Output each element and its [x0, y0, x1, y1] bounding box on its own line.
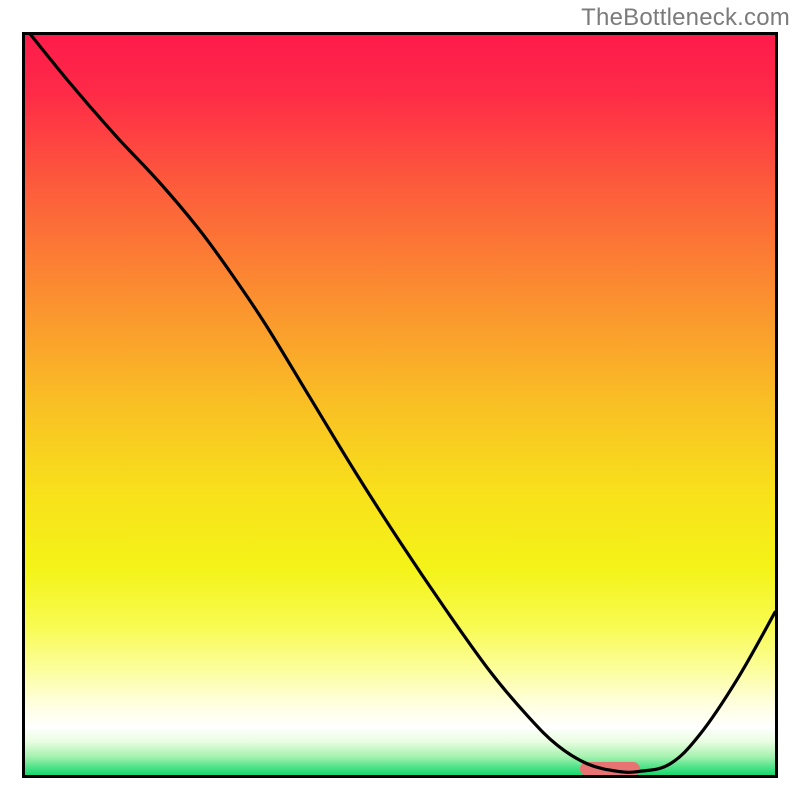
plot-area: [22, 32, 778, 778]
watermark-text: TheBottleneck.com: [581, 4, 790, 32]
chart-stage: TheBottleneck.com: [0, 0, 800, 800]
bottleneck-curve: [25, 35, 775, 775]
